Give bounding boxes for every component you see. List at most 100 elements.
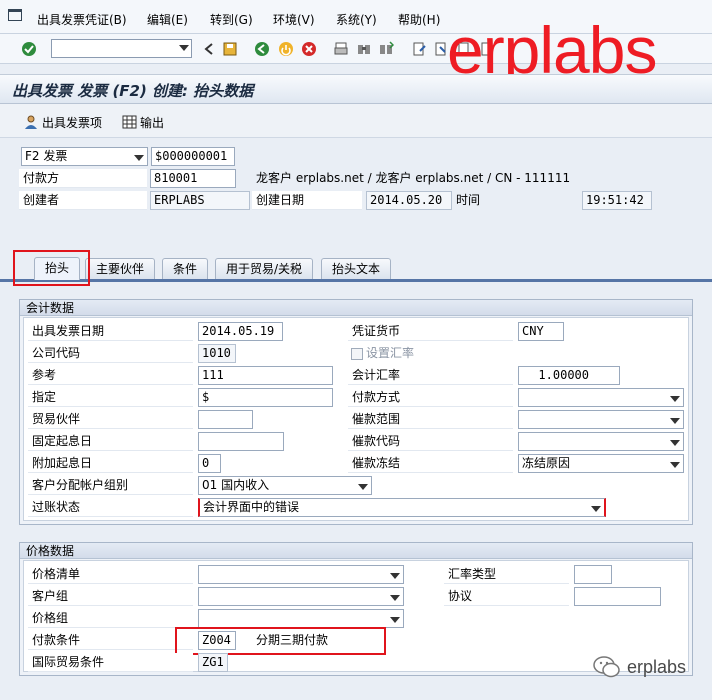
billing-doc-value: $000000001: [155, 149, 228, 163]
application-toolbar: 出具发票项 输出: [0, 104, 712, 138]
billing-doc-field[interactable]: $000000001: [151, 147, 235, 166]
billing-type-value: F2 发票: [25, 149, 68, 163]
reference-value: 111: [202, 368, 224, 382]
billing-items-button[interactable]: 出具发票项: [24, 112, 102, 132]
time-value: 19:51:42: [586, 193, 644, 207]
created-on-value: 2014.05.20: [370, 193, 443, 207]
posting-status-value: 会计界面中的错误: [203, 500, 300, 514]
billing-items-label: 出具发票项: [42, 115, 103, 130]
company-code-field: 1010: [198, 344, 236, 363]
menu-system[interactable]: 系统(Y): [336, 11, 377, 28]
exchange-rate-field[interactable]: 1.00000: [518, 366, 620, 385]
account-group-label: 客户分配帐户组别: [28, 476, 193, 495]
reference-field[interactable]: 111: [198, 366, 333, 385]
fixed-baseline-field[interactable]: [198, 432, 284, 451]
company-code-value: 1010: [202, 346, 231, 360]
created-on-label: 创建日期: [252, 191, 362, 210]
find-next-icon[interactable]: [378, 41, 395, 57]
created-by-value: ERPLABS: [154, 193, 205, 207]
price-group-select[interactable]: [198, 609, 404, 628]
price-list-select[interactable]: [198, 565, 404, 584]
account-group-value: 01 国内收入: [202, 478, 270, 492]
dunning-block-select[interactable]: 冻结原因: [518, 454, 684, 473]
incoterms-label: 国际贸易条件: [28, 653, 193, 672]
agreement-field[interactable]: [574, 587, 661, 606]
exchange-rate-label: 会计汇率: [348, 366, 513, 385]
person-icon: [24, 115, 39, 129]
exit-icon[interactable]: [278, 41, 294, 57]
payer-value: 810001: [154, 171, 198, 185]
print-icon[interactable]: [333, 41, 349, 57]
payer-description: 龙客户 erplabs.net / 龙客户 erplabs.net / CN -…: [256, 171, 571, 185]
agreement-label: 协议: [444, 587, 569, 606]
cancel-icon[interactable]: [301, 41, 317, 57]
enter-icon[interactable]: [21, 41, 37, 57]
first-page-icon[interactable]: [411, 41, 427, 57]
dunning-area-label: 催款范围: [348, 410, 513, 429]
save-icon[interactable]: [222, 41, 238, 57]
exchange-rate-value: 1.00000: [538, 368, 589, 382]
dunning-area-select[interactable]: [518, 410, 684, 429]
assignment-label: 指定: [28, 388, 193, 407]
customer-group-select[interactable]: [198, 587, 404, 606]
output-button[interactable]: 输出: [122, 112, 164, 132]
incoterms-value: ZG1: [202, 655, 224, 669]
chevron-down-icon[interactable]: [179, 45, 189, 51]
footer-watermark: erplabs: [593, 655, 686, 679]
time-label: 时间: [456, 193, 481, 207]
command-field[interactable]: [51, 39, 192, 58]
title-bar: 出具发票 发票 (F2) 创建: 抬头数据: [0, 74, 712, 104]
menu-environment[interactable]: 环境(V): [273, 11, 315, 28]
doc-currency-value: CNY: [522, 324, 544, 338]
tab-foreign-trade[interactable]: 用于贸易/关税: [215, 258, 314, 279]
grid-icon: [122, 115, 137, 129]
price-list-label: 价格清单: [28, 565, 193, 584]
billing-date-label: 出具发票日期: [28, 322, 193, 341]
exch-rate-type-label: 汇率类型: [444, 565, 569, 584]
menu-icon[interactable]: [8, 9, 22, 21]
created-on-field: 2014.05.20: [366, 191, 452, 210]
additional-days-label: 附加起息日: [28, 454, 193, 473]
page-title: 出具发票 发票 (F2) 创建: 抬头数据: [12, 82, 254, 100]
highlight-payment-terms-box: [175, 627, 386, 655]
tab-strip: 抬头 主要伙伴 条件 用于贸易/关税 抬头文本: [0, 257, 712, 280]
billing-date-value: 2014.05.19: [202, 324, 275, 338]
tab-header[interactable]: 抬头: [34, 257, 81, 280]
exch-rate-type-field[interactable]: [574, 565, 612, 584]
trading-partner-label: 贸易伙伴: [28, 410, 193, 429]
payment-terms-label: 付款条件: [28, 631, 193, 650]
account-group-select[interactable]: 01 国内收入: [198, 476, 372, 495]
customer-group-label: 客户组: [28, 587, 193, 606]
back-nav-icon[interactable]: [254, 41, 270, 57]
trading-partner-field[interactable]: [198, 410, 253, 429]
billing-date-field[interactable]: 2014.05.19: [198, 322, 283, 341]
incoterms-field: ZG1: [198, 653, 228, 672]
footer-watermark-text: erplabs: [627, 656, 687, 677]
find-icon[interactable]: [356, 41, 372, 57]
fixed-baseline-label: 固定起息日: [28, 432, 193, 451]
posting-status-label: 过账状态: [28, 498, 193, 517]
payer-field[interactable]: 810001: [150, 169, 236, 188]
dunning-block-value: 冻结原因: [522, 456, 571, 470]
company-code-label: 公司代码: [28, 344, 193, 363]
menu-goto[interactable]: 转到(G): [210, 11, 253, 28]
doc-currency-field[interactable]: CNY: [518, 322, 564, 341]
billing-type-select[interactable]: F2 发票: [21, 147, 148, 166]
menu-edit[interactable]: 编辑(E): [147, 11, 188, 28]
tab-main-partners[interactable]: 主要伙伴: [85, 258, 156, 279]
tab-underline: [0, 279, 712, 282]
dunning-key-select[interactable]: [518, 432, 684, 451]
tab-conditions[interactable]: 条件: [162, 258, 209, 279]
posting-status-select[interactable]: 会计界面中的错误: [198, 498, 606, 517]
output-label: 输出: [140, 115, 165, 130]
wechat-icon: [593, 655, 621, 679]
back-icon[interactable]: [201, 41, 217, 57]
doc-currency-label: 凭证货币: [348, 322, 513, 341]
dunning-block-label: 催款冻结: [348, 454, 513, 473]
tab-header-text[interactable]: 抬头文本: [321, 258, 392, 279]
payment-method-select[interactable]: [518, 388, 684, 407]
additional-days-field[interactable]: 0: [198, 454, 221, 473]
menu-help[interactable]: 帮助(H): [398, 11, 440, 28]
menu-billing-document[interactable]: 出具发票凭证(B): [37, 11, 127, 28]
assignment-field[interactable]: $: [198, 388, 333, 407]
